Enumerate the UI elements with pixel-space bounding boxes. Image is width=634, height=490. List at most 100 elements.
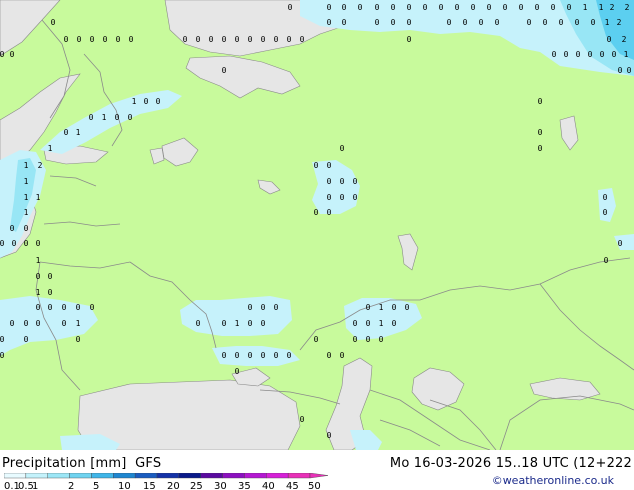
- precip-value-marker: 0: [0, 50, 5, 59]
- scale-label: 20: [167, 481, 180, 490]
- precip-value-marker: 0: [392, 319, 397, 328]
- precip-value-marker: 0: [36, 319, 41, 328]
- precip-value-marker: 0: [375, 18, 380, 27]
- precipitation-color-scale: 0.10.51 2 5 10 15 20 25 30 35 40 45 50: [4, 473, 329, 490]
- precip-value-marker: 0: [607, 35, 612, 44]
- precip-value-marker: 0: [0, 335, 5, 344]
- precip-value-marker: 0: [603, 193, 608, 202]
- scale-swatch: [91, 473, 114, 479]
- precip-value-marker: 0: [342, 3, 347, 12]
- precip-value-marker: 0: [353, 177, 358, 186]
- precip-value-marker: 0: [366, 335, 371, 344]
- precip-value-marker: 0: [248, 35, 253, 44]
- precip-value-marker: 1: [132, 97, 137, 106]
- precip-value-marker: 1: [36, 193, 41, 202]
- precip-value-marker: 1: [379, 319, 384, 328]
- precip-value-marker: 0: [183, 35, 188, 44]
- precip-value-marker: 0: [235, 351, 240, 360]
- precip-value-marker: 0: [358, 3, 363, 12]
- precip-value-marker: 0: [591, 18, 596, 27]
- precip-value-marker: 0: [391, 3, 396, 12]
- precip-value-marker: 0: [129, 35, 134, 44]
- precip-value-marker: 1: [76, 319, 81, 328]
- precip-value-marker: 0: [379, 335, 384, 344]
- precip-value-marker: 0: [439, 3, 444, 12]
- precip-value-marker: 0: [64, 128, 69, 137]
- precip-value-marker: 0: [48, 272, 53, 281]
- precip-value-marker: 0: [116, 35, 121, 44]
- precip-value-marker: 0: [327, 351, 332, 360]
- map-legend-footer: Precipitation [mm] GFS Mo 16-03-2026 15.…: [0, 450, 634, 490]
- precip-value-marker: 0: [115, 113, 120, 122]
- precip-value-marker: 0: [603, 208, 608, 217]
- precip-value-marker: 0: [0, 239, 5, 248]
- precip-value-marker: 0: [10, 50, 15, 59]
- precip-value-marker: 0: [261, 351, 266, 360]
- precip-value-marker: 0: [503, 3, 508, 12]
- scale-label: 25: [190, 481, 203, 490]
- precip-value-marker: 1: [36, 256, 41, 265]
- precip-value-marker: 0: [564, 50, 569, 59]
- precip-value-marker: 0: [479, 18, 484, 27]
- precip-value-marker: 0: [588, 50, 593, 59]
- precip-value-marker: 0: [353, 335, 358, 344]
- scale-swatch: [222, 473, 245, 479]
- precip-value-marker: 0: [519, 3, 524, 12]
- precip-value-marker: 0: [612, 50, 617, 59]
- precip-value-marker: 0: [455, 3, 460, 12]
- precip-value-marker: 0: [51, 18, 56, 27]
- precip-value-marker: 0: [463, 18, 468, 27]
- precip-value-marker: 0: [340, 193, 345, 202]
- scale-swatch: [156, 473, 180, 479]
- precip-value-marker: 1: [24, 193, 29, 202]
- precip-value-marker: 0: [576, 50, 581, 59]
- precip-value-marker: 0: [487, 3, 492, 12]
- precip-value-marker: 0: [342, 18, 347, 27]
- precip-value-marker: 0: [407, 35, 412, 44]
- legend-model: GFS: [135, 456, 162, 471]
- precip-value-marker: 1: [24, 177, 29, 186]
- precip-value-marker: 0: [10, 319, 15, 328]
- precip-value-marker: 0: [627, 66, 632, 75]
- precip-value-marker: 0: [209, 35, 214, 44]
- precip-value-marker: 1: [605, 18, 610, 27]
- precip-value-marker: 0: [36, 239, 41, 248]
- precip-volga: [180, 296, 292, 336]
- precip-value-marker: 0: [76, 335, 81, 344]
- precip-value-marker: 0: [261, 319, 266, 328]
- precip-value-marker: 1: [24, 161, 29, 170]
- precip-value-marker: 0: [222, 319, 227, 328]
- precip-value-marker: 0: [76, 303, 81, 312]
- precip-value-marker: 0: [274, 351, 279, 360]
- precip-value-marker: 0: [90, 35, 95, 44]
- scale-swatch: [266, 473, 289, 479]
- scale-label: 1: [32, 481, 38, 490]
- precip-value-marker: 0: [538, 128, 543, 137]
- scale-label: 10: [118, 481, 131, 490]
- precip-value-marker: 0: [447, 18, 452, 27]
- precip-value-marker: 1: [624, 50, 629, 59]
- precip-value-marker: 0: [366, 303, 371, 312]
- precip-value-marker: 0: [618, 66, 623, 75]
- scale-swatch: [134, 473, 158, 479]
- scale-swatch: [178, 473, 201, 479]
- precip-value-marker: 0: [287, 35, 292, 44]
- precip-value-marker: 0: [64, 35, 69, 44]
- precip-value-marker: 0: [144, 97, 149, 106]
- precip-value-marker: 0: [10, 224, 15, 233]
- precip-value-marker: 0: [538, 97, 543, 106]
- precipitation-map[interactable]: 0000000000000000011220000000000000001200…: [0, 0, 634, 450]
- precip-value-marker: 0: [77, 35, 82, 44]
- precip-value-marker: 0: [156, 97, 161, 106]
- precip-value-marker: 0: [543, 18, 548, 27]
- scale-label: 30: [214, 481, 227, 490]
- scale-swatch: [4, 473, 27, 479]
- precip-value-marker: 0: [405, 303, 410, 312]
- scale-swatch: [25, 473, 48, 479]
- scale-swatch: [113, 473, 136, 479]
- precip-value-marker: 0: [471, 3, 476, 12]
- precip-value-marker: 0: [314, 161, 319, 170]
- copyright-link[interactable]: ©weatheronline.co.uk: [492, 474, 614, 487]
- scale-label: 35: [238, 481, 251, 490]
- precip-value-marker: 0: [618, 239, 623, 248]
